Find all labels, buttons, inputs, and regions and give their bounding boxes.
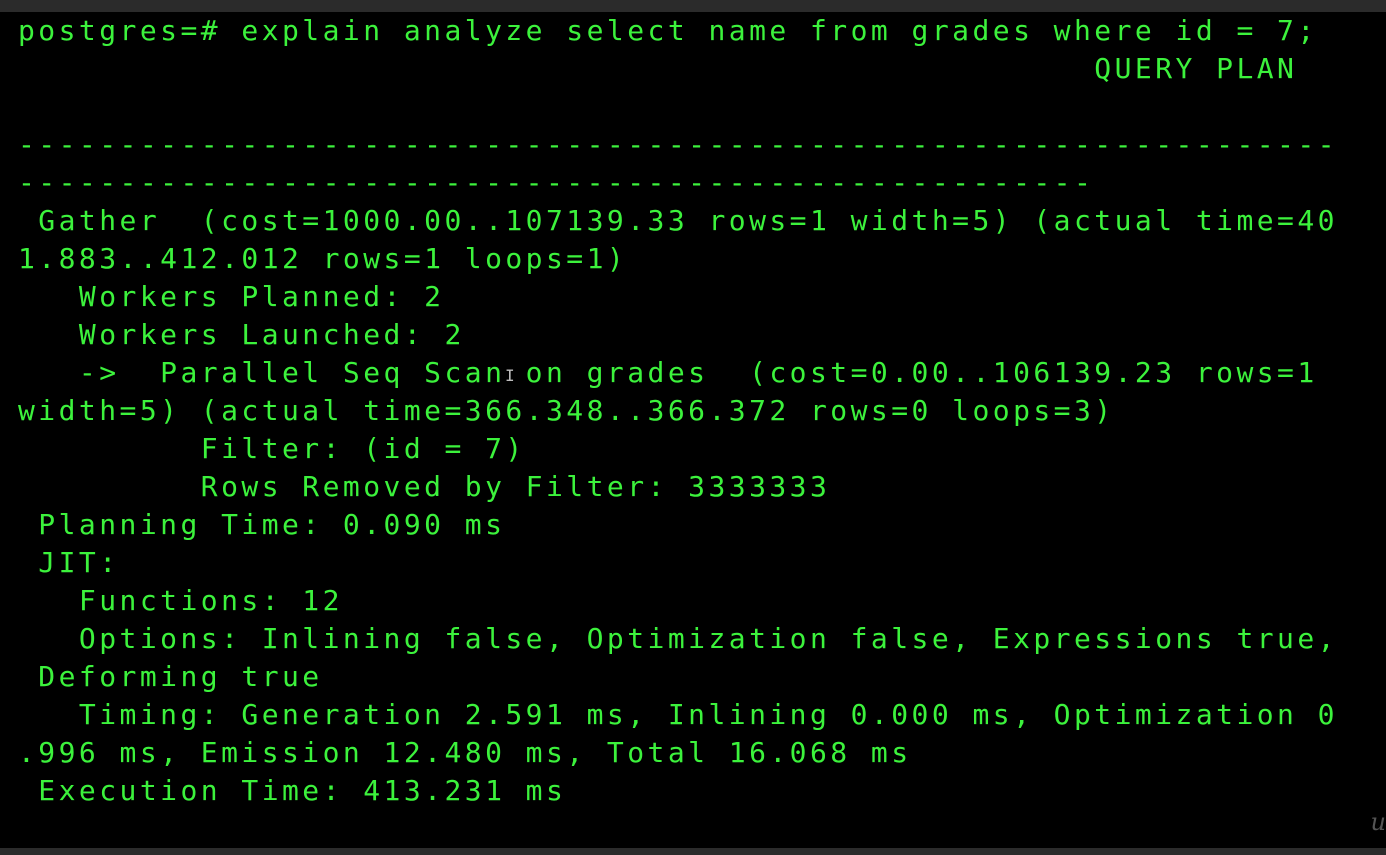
plan-line-timing: Timing: Generation 2.591 ms, Inlining 0.… (18, 698, 1338, 731)
plan-line-rows-removed: Rows Removed by Filter: 3333333 (18, 470, 831, 503)
plan-line-workers-planned: Workers Planned: 2 (18, 280, 445, 313)
plan-line-workers-launched: Workers Launched: 2 (18, 318, 465, 351)
plan-line-gather-cont: 1.883..412.012 rows=1 loops=1) (18, 242, 628, 275)
plan-line-filter: Filter: (id = 7) (18, 432, 526, 465)
plan-line-options: Options: Inlining false, Optimization fa… (18, 622, 1338, 655)
query-plan-header: QUERY PLAN (18, 52, 1298, 85)
plan-line-parallel-seq-scan: -> Parallel Seq Scan on grades (cost=0.0… (18, 356, 1318, 389)
separator-line-1: ----------------------------------------… (18, 128, 1338, 161)
plan-line-execution-time: Execution Time: 413.231 ms (18, 774, 567, 807)
plan-line-planning-time: Planning Time: 0.090 ms (18, 508, 506, 541)
plan-line-functions: Functions: 12 (18, 584, 343, 617)
plan-line-jit: JIT: (18, 546, 120, 579)
window-top-border (0, 0, 1386, 12)
window-bottom-border (0, 848, 1386, 855)
plan-line-options-cont: Deforming true (18, 660, 323, 693)
prompt-command-line: postgres=# explain analyze select name f… (18, 14, 1318, 47)
text-cursor-ibeam-icon: I (505, 366, 515, 385)
plan-line-gather: Gather (cost=1000.00..107139.33 rows=1 w… (18, 204, 1338, 237)
terminal-output[interactable]: postgres=# explain analyze select name f… (0, 12, 1386, 848)
terminal-window: postgres=# explain analyze select name f… (0, 0, 1386, 855)
separator-line-2: ----------------------------------------… (18, 166, 1095, 199)
plan-line-parallel-seq-scan-cont: width=5) (actual time=366.348..366.372 r… (18, 394, 1115, 427)
plan-line-timing-cont: .996 ms, Emission 12.480 ms, Total 16.06… (18, 736, 912, 769)
watermark-logo: u (1370, 808, 1386, 836)
